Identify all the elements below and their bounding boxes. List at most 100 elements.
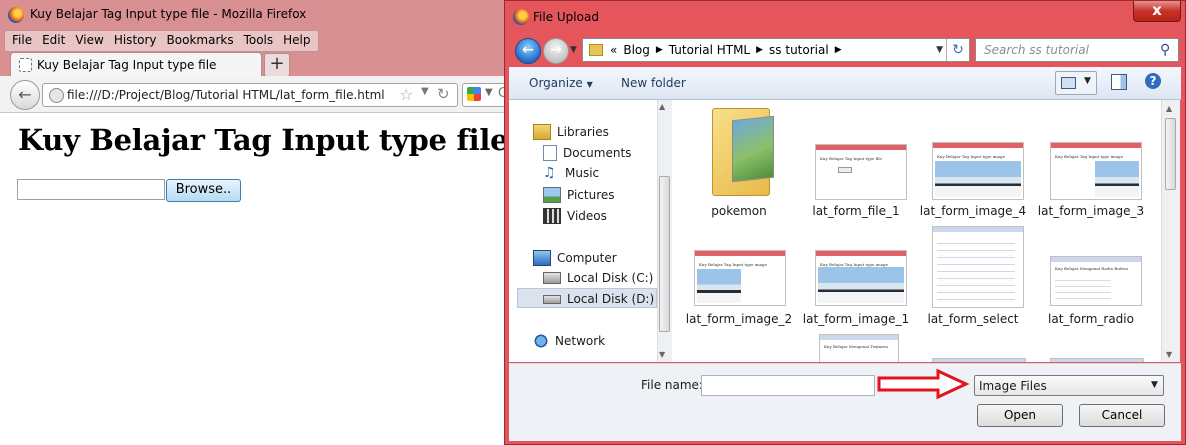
nav-label: Local Disk (D:) [567,292,655,306]
documents-icon [543,145,557,161]
nav-label: Pictures [567,188,615,202]
cancel-button[interactable]: Cancel [1079,404,1165,427]
dialog-toolbar: Organize ▼ New folder ▼ ? [509,67,1181,100]
search-icon[interactable]: ⚲ [1160,42,1170,58]
dialog-forward-button[interactable]: → [543,38,569,64]
file-name: lat_form_radio [1048,312,1134,326]
firefox-window: Kuy Belajar Tag Input type file - Mozill… [0,0,513,445]
close-button[interactable]: x [1133,1,1181,22]
file-list-scrollbar[interactable]: ▲ ▼ [1161,100,1180,362]
dialog-back-button[interactable]: ← [515,38,541,64]
arrow-right-icon: → [550,42,562,58]
file-name-input[interactable] [701,375,875,396]
organize-menu[interactable]: Organize ▼ [529,76,593,90]
open-button[interactable]: Open [977,404,1063,427]
url-history-dropdown-icon[interactable]: ▼ [421,86,429,97]
firefox-logo-icon [513,9,529,25]
breadcrumb-ss-tutorial[interactable]: ss tutorial [766,43,832,57]
new-tab-button[interactable]: + [264,53,290,77]
computer-icon [533,250,551,266]
bookmark-star-icon[interactable]: ☆ [399,85,413,104]
thumbnail-button [838,167,852,173]
penguin-image [697,269,741,303]
nav-label: Documents [563,146,632,160]
nav-network[interactable]: Network [533,334,605,348]
file-list: pokemon Kuy Belajar Tag Input type file … [672,100,1161,362]
dialog-search-input[interactable]: Search ss tutorial ⚲ [975,38,1179,62]
file-name-label: File name: [641,378,703,392]
file-upload-dialog: File Upload x ← → ▼ « Blog ▶ Tutorial HT… [504,0,1186,445]
view-icon [1061,77,1076,89]
chevron-right-icon[interactable]: ▶ [832,45,845,55]
navigation-scrollbar[interactable]: ▲ ▼ [657,100,672,362]
refresh-icon[interactable]: ↻ [437,85,450,103]
scroll-up-icon[interactable]: ▲ [659,102,665,111]
refresh-icon[interactable]: ↻ [946,39,969,61]
chevron-right-icon[interactable]: ▶ [653,45,666,55]
breadcrumb-blog[interactable]: Blog [620,43,653,57]
nav-music[interactable]: ♫ Music [543,166,599,180]
thumbnail-lines [1055,275,1111,301]
menu-tools[interactable]: Tools [239,31,279,51]
nav-pictures[interactable]: Pictures [543,187,615,203]
thumbnail-text: Kuy Belajar Tag Input type file [820,156,882,161]
back-button[interactable]: ← [10,80,40,110]
folder-contents-thumbnail [732,115,774,183]
scrollbar-thumb[interactable] [1165,118,1176,190]
browse-button[interactable]: Browse.. [166,179,241,202]
thumbnail-text: Kuy Belajar Mengenai Textarea [824,344,888,349]
nav-local-disk-c[interactable]: Local Disk (C:) [543,271,653,285]
change-view-button[interactable]: ▼ [1055,71,1097,95]
firefox-logo-icon [8,7,24,23]
breadcrumb-overflow[interactable]: « [607,43,620,57]
chevron-down-icon[interactable]: ▼ [1084,76,1091,86]
partial-thumbnail [932,358,1026,362]
thumbnail-text: Kuy Belajar Tag Input type image [1055,154,1123,159]
file-type-select[interactable]: Image Files ▼ [974,375,1164,396]
nav-videos[interactable]: Videos [543,208,607,224]
help-icon[interactable]: ? [1145,73,1161,89]
scrollbar-thumb[interactable] [659,176,670,332]
nav-libraries[interactable]: Libraries [533,124,609,140]
globe-icon [49,88,64,103]
page-heading: Kuy Belajar Tag Input type file [18,123,509,157]
google-icon [467,87,481,101]
menu-file[interactable]: File [7,31,37,51]
chevron-right-icon[interactable]: ▶ [753,45,766,55]
breadcrumb-dropdown-icon[interactable]: ▼ [936,45,943,55]
navigation-pane: Libraries Documents ♫ Music Pictures Vide… [509,100,672,362]
nav-documents[interactable]: Documents [543,145,631,161]
firefox-title-bar: Kuy Belajar Tag Input type file - Mozill… [0,0,512,30]
menu-help[interactable]: Help [278,31,315,51]
menu-view[interactable]: View [70,31,108,51]
breadcrumb[interactable]: « Blog ▶ Tutorial HTML ▶ ss tutorial ▶ ▼… [582,38,970,62]
file-name: lat_form_image_2 [685,312,793,326]
file-name: lat_form_select [927,312,1019,326]
search-engine-dropdown-icon[interactable]: ▼ [485,87,493,98]
browser-tab[interactable]: Kuy Belajar Tag Input type file [10,52,262,77]
scroll-up-icon[interactable]: ▲ [1166,104,1172,113]
preview-pane-icon[interactable] [1111,74,1127,90]
file-type-value: Image Files [979,379,1047,393]
nav-label: Local Disk (C:) [567,271,654,285]
scroll-down-icon[interactable]: ▼ [1166,350,1172,359]
nav-local-disk-d[interactable]: Local Disk (D:) [543,292,654,306]
new-folder-button[interactable]: New folder [621,76,686,90]
url-bar[interactable]: file:///D:/Project/Blog/Tutorial HTML/la… [42,83,458,107]
penguin-screenshot-thumbnail: Kuy Belajar Tag Input type image [932,142,1024,200]
file-name: pokemon [711,204,767,218]
menu-edit[interactable]: Edit [37,31,70,51]
music-icon: ♫ [543,165,556,181]
scroll-down-icon[interactable]: ▼ [659,350,665,359]
file-name: lat_form_image_1 [802,312,910,326]
breadcrumb-tutorial-html[interactable]: Tutorial HTML [666,43,753,57]
form-screenshot-thumbnail: Kuy Belajar Mengenai Textarea [819,334,899,362]
nav-computer[interactable]: Computer [533,250,617,266]
penguin-image [935,161,1021,197]
file-path-input[interactable] [17,179,165,200]
menu-bookmarks[interactable]: Bookmarks [162,31,239,51]
arrow-left-icon: ← [18,85,32,104]
recent-locations-dropdown-icon[interactable]: ▼ [570,45,577,55]
menu-history[interactable]: History [109,31,162,51]
browser-tab-title: Kuy Belajar Tag Input type file [37,58,217,72]
